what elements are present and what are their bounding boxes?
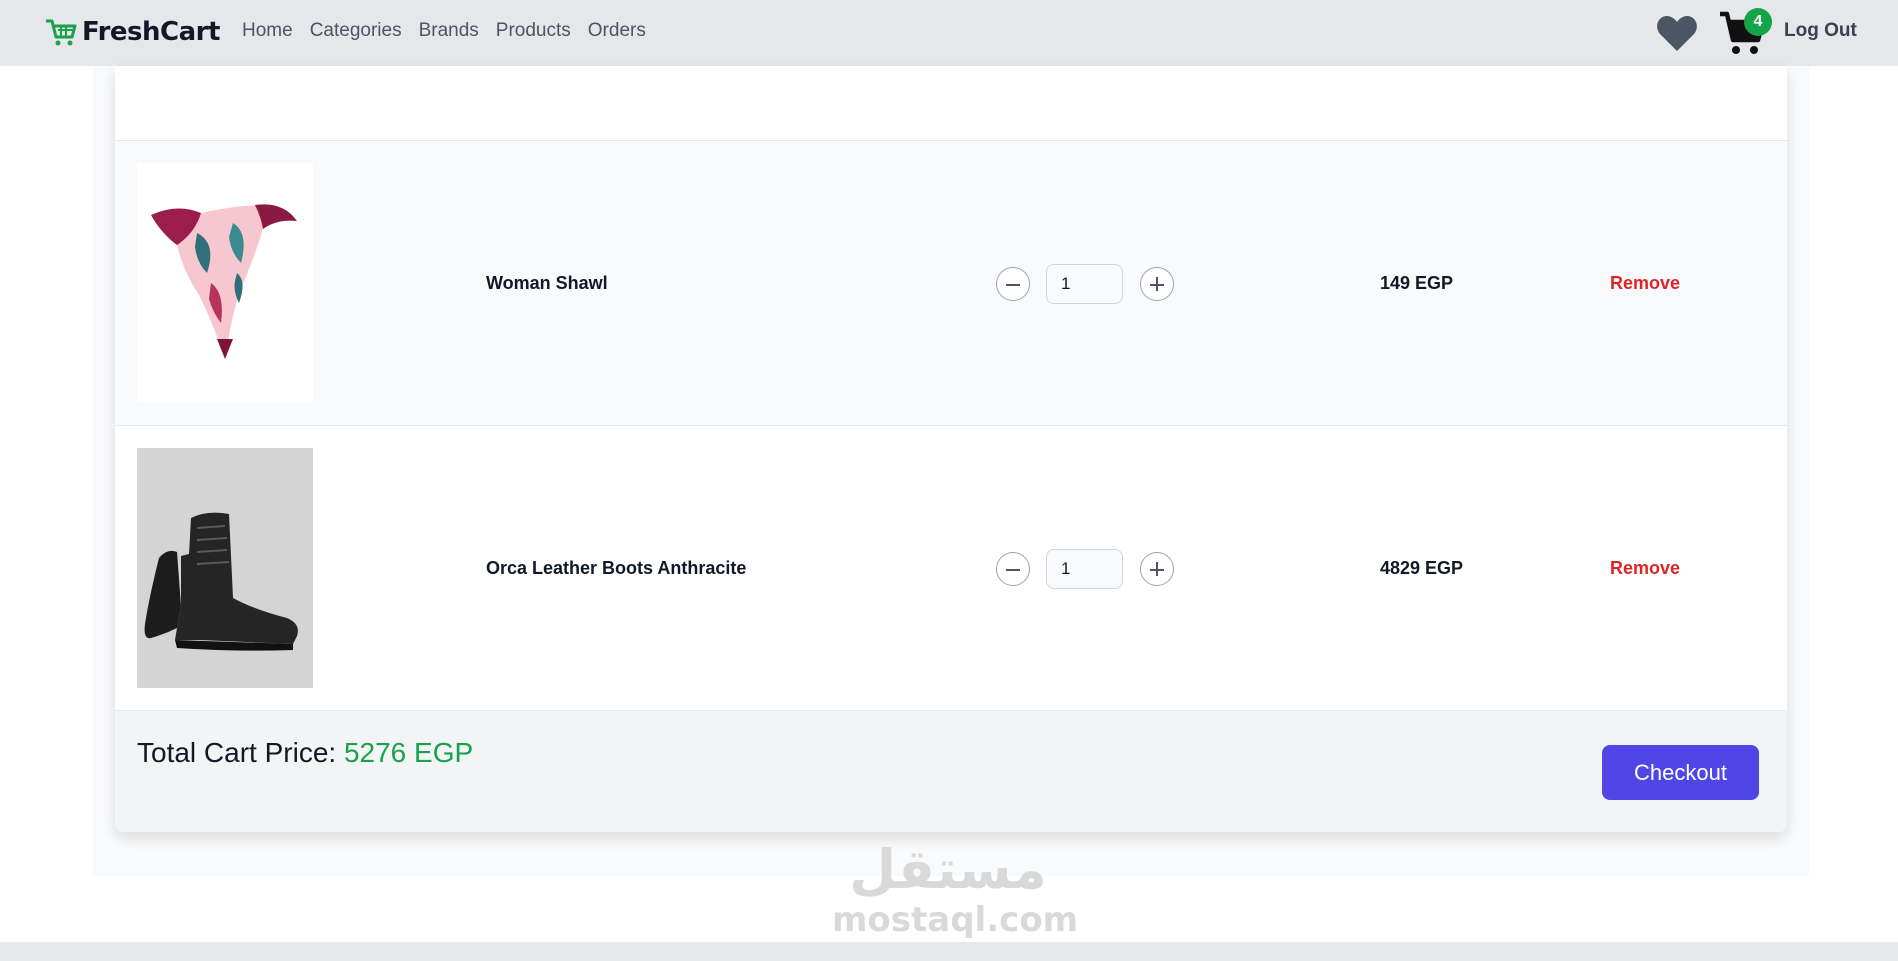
nav-orders[interactable]: Orders — [588, 20, 646, 42]
watermark-arabic: مستقل — [849, 838, 1047, 901]
total-value: 5276 EGP — [343, 737, 474, 768]
decrease-quantity-button[interactable] — [996, 267, 1030, 301]
logout-link[interactable]: Log Out — [1784, 20, 1857, 42]
total-cart-price: Total Cart Price: 5276 EGP — [137, 737, 473, 769]
page-footer-strip — [0, 942, 1898, 961]
increase-quantity-button[interactable] — [1140, 267, 1174, 301]
remove-item-button[interactable]: Remove — [1610, 558, 1680, 579]
cart-item-row: Woman Shawl 149 EGP Remove — [115, 141, 1787, 426]
product-price: 4829 EGP — [1380, 558, 1464, 578]
cart-header-space — [115, 66, 1787, 141]
product-image-shawl — [137, 163, 313, 403]
watermark: مستقل mostaql.com — [832, 838, 1079, 940]
nav-brands[interactable]: Brands — [419, 20, 479, 42]
quantity-input[interactable] — [1046, 549, 1123, 589]
product-price: 149 EGP — [1380, 273, 1454, 293]
brand-name: FreshCart — [82, 17, 220, 47]
cart-summary: Total Cart Price: 5276 EGP Checkout — [115, 711, 1787, 832]
nav-links: Home Categories Brands Products Orders — [242, 20, 646, 42]
nav-home[interactable]: Home — [242, 20, 293, 42]
increase-quantity-button[interactable] — [1140, 552, 1174, 586]
checkout-button[interactable]: Checkout — [1602, 745, 1759, 800]
shopping-cart-logo-icon — [46, 19, 77, 46]
product-name: Orca Leather Boots Anthracite — [486, 558, 747, 578]
watermark-latin: mostaql.com — [832, 900, 1079, 940]
total-label: Total Cart Price: — [137, 737, 337, 768]
product-image-boots — [137, 448, 313, 688]
cart-item-row: Orca Leather Boots Anthracite 4829 EGP R… — [115, 426, 1787, 711]
nav-products[interactable]: Products — [496, 20, 571, 42]
brand-logo[interactable]: FreshCart — [44, 14, 220, 50]
decrease-quantity-button[interactable] — [996, 552, 1030, 586]
wishlist-heart-icon[interactable] — [1656, 13, 1698, 53]
remove-item-button[interactable]: Remove — [1610, 273, 1680, 294]
nav-categories[interactable]: Categories — [310, 20, 402, 42]
cart-count-badge: 4 — [1744, 8, 1772, 36]
navbar: FreshCart Home Categories Brands Product… — [0, 0, 1898, 66]
product-name: Woman Shawl — [486, 273, 608, 293]
cart-card: Woman Shawl 149 EGP Remove Orca Leather … — [115, 66, 1787, 832]
quantity-input[interactable] — [1046, 264, 1123, 304]
